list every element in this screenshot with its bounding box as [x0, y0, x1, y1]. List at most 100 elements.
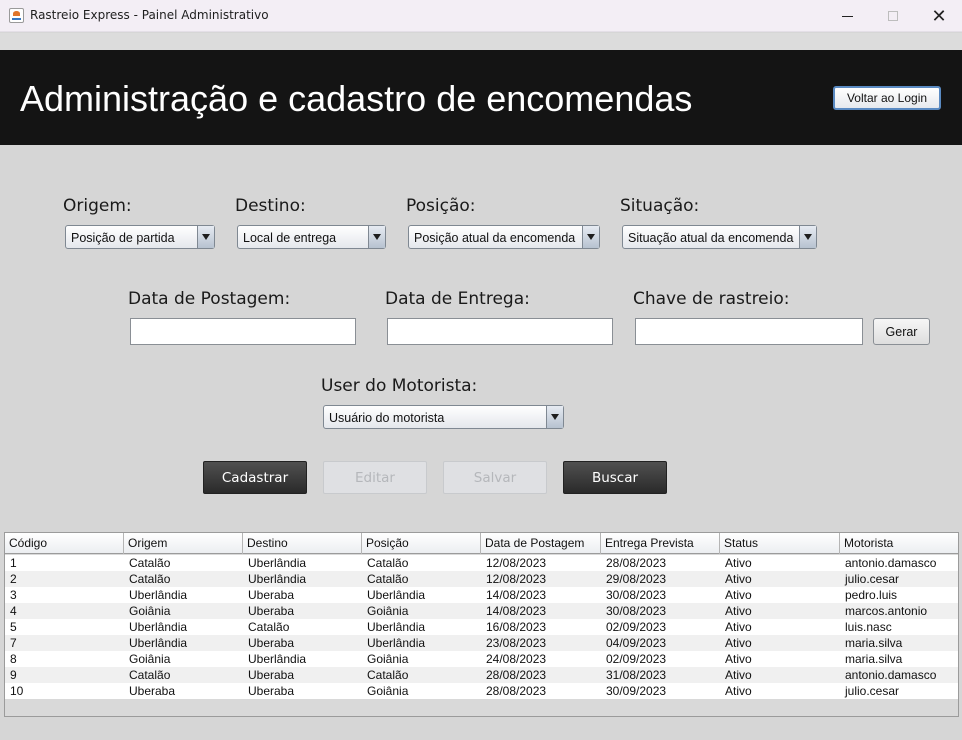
chave-rastreio-label: Chave de rastreio:: [633, 289, 790, 309]
cell-posicao: Uberlândia: [367, 636, 426, 650]
table-row[interactable]: 2 Catalão Uberlândia Catalão 12/08/2023 29/08…: [5, 571, 958, 587]
cell-entrega-prevista: 02/09/2023: [606, 652, 667, 666]
cell-posicao: Goiânia: [367, 652, 409, 666]
cell-origem: Uberlândia: [129, 620, 188, 634]
cell-destino: Uberlândia: [248, 572, 307, 586]
cell-status: Ativo: [725, 556, 752, 570]
column-header-codigo[interactable]: Código: [5, 533, 124, 554]
cell-destino: Uberaba: [248, 604, 295, 618]
cell-data-postagem: 16/08/2023: [486, 620, 547, 634]
table-row[interactable]: 7 Uberlândia Uberaba Uberlândia 23/08/2023 04…: [5, 635, 958, 651]
cell-motorista: julio.cesar: [845, 684, 900, 698]
posicao-select[interactable]: Posição atual da encomenda: [408, 225, 600, 249]
motorista-select[interactable]: Usuário do motorista: [323, 405, 564, 429]
cell-origem: Uberaba: [129, 684, 176, 698]
situacao-select-value: Situação atual da encomenda: [628, 231, 794, 245]
cell-destino: Uberaba: [248, 668, 295, 682]
cell-origem: Goiânia: [129, 652, 171, 666]
cell-data-postagem: 14/08/2023: [486, 588, 547, 602]
table-row[interactable]: 3 Uberlândia Uberaba Uberlândia 14/08/2023 30…: [5, 587, 958, 603]
cell-status: Ativo: [725, 636, 752, 650]
cell-posicao: Uberlândia: [367, 620, 426, 634]
cell-data-postagem: 14/08/2023: [486, 604, 547, 618]
cell-status: Ativo: [725, 652, 752, 666]
cadastrar-button[interactable]: Cadastrar: [203, 461, 307, 494]
column-header-motorista[interactable]: Motorista: [840, 533, 958, 554]
cell-codigo: 1: [10, 556, 17, 570]
motorista-select-value: Usuário do motorista: [329, 411, 445, 425]
cell-status: Ativo: [725, 668, 752, 682]
cell-origem: Catalão: [129, 556, 171, 570]
cell-destino: Uberaba: [248, 588, 295, 602]
chevron-down-icon: [582, 226, 599, 248]
column-header-posicao[interactable]: Posição: [362, 533, 481, 554]
cell-posicao: Goiânia: [367, 604, 409, 618]
destino-select-value: Local de entrega: [243, 231, 337, 245]
column-header-destino[interactable]: Destino: [243, 533, 362, 554]
cell-motorista: luis.nasc: [845, 620, 892, 634]
cell-motorista: julio.cesar: [845, 572, 900, 586]
posicao-label: Posição:: [406, 196, 476, 216]
chave-rastreio-field[interactable]: [635, 318, 863, 345]
table-row[interactable]: 1 Catalão Uberlândia Catalão 12/08/2023 28/08…: [5, 555, 958, 571]
minimize-button[interactable]: [824, 0, 870, 32]
encomendas-table: Código Origem Destino Posição Data de Po…: [4, 532, 959, 717]
cell-destino: Uberlândia: [248, 652, 307, 666]
table-row[interactable]: 10 Uberaba Uberaba Goiânia 28/08/2023 30/09/2…: [5, 683, 958, 699]
page-header: Administração e cadastro de encomendas: [0, 50, 962, 145]
table-row[interactable]: 8 Goiânia Uberlândia Goiânia 24/08/2023 02/09…: [5, 651, 958, 667]
origem-select-value: Posição de partida: [71, 231, 175, 245]
cell-destino: Uberaba: [248, 684, 295, 698]
data-postagem-field[interactable]: [130, 318, 356, 345]
editar-button[interactable]: Editar: [323, 461, 427, 494]
data-entrega-field[interactable]: [387, 318, 613, 345]
cell-data-postagem: 12/08/2023: [486, 572, 547, 586]
column-header-status[interactable]: Status: [720, 533, 840, 554]
cell-status: Ativo: [725, 604, 752, 618]
data-postagem-label: Data de Postagem:: [128, 289, 291, 309]
cell-origem: Uberlândia: [129, 588, 188, 602]
cell-origem: Goiânia: [129, 604, 171, 618]
maximize-button[interactable]: [870, 0, 916, 32]
table-header: Código Origem Destino Posição Data de Po…: [5, 533, 958, 554]
situacao-select[interactable]: Situação atual da encomenda: [622, 225, 817, 249]
close-button[interactable]: ✕: [916, 0, 962, 32]
motorista-label: User do Motorista:: [321, 376, 478, 396]
maximize-icon: [888, 11, 898, 21]
cell-codigo: 10: [10, 684, 24, 698]
cell-motorista: marcos.antonio: [845, 604, 928, 618]
minimize-icon: [841, 15, 853, 17]
cell-codigo: 8: [10, 652, 17, 666]
cell-posicao: Catalão: [367, 572, 409, 586]
cell-entrega-prevista: 02/09/2023: [606, 620, 667, 634]
cell-codigo: 9: [10, 668, 17, 682]
cell-motorista: maria.silva: [845, 652, 903, 666]
cell-motorista: pedro.luis: [845, 588, 898, 602]
chevron-down-icon: [368, 226, 385, 248]
table-row[interactable]: 9 Catalão Uberaba Catalão 28/08/2023 31/08/20…: [5, 667, 958, 683]
cell-codigo: 2: [10, 572, 17, 586]
salvar-button[interactable]: Salvar: [443, 461, 547, 494]
origem-select[interactable]: Posição de partida: [65, 225, 215, 249]
cell-data-postagem: 28/08/2023: [486, 668, 547, 682]
cell-entrega-prevista: 28/08/2023: [606, 556, 667, 570]
cell-origem: Catalão: [129, 572, 171, 586]
table-row[interactable]: 4 Goiânia Uberaba Goiânia 14/08/2023 30/08/20…: [5, 603, 958, 619]
chevron-down-icon: [546, 406, 563, 428]
cell-codigo: 3: [10, 588, 17, 602]
column-header-entrega-prevista[interactable]: Entrega Prevista: [601, 533, 720, 554]
cell-codigo: 7: [10, 636, 17, 650]
column-header-origem[interactable]: Origem: [124, 533, 243, 554]
cell-status: Ativo: [725, 588, 752, 602]
back-to-login-button[interactable]: Voltar ao Login: [833, 86, 941, 110]
cell-posicao: Catalão: [367, 668, 409, 682]
table-body: 1 Catalão Uberlândia Catalão 12/08/2023 28/08…: [5, 555, 958, 699]
column-header-data-postagem[interactable]: Data de Postagem: [481, 533, 601, 554]
buscar-button[interactable]: Buscar: [563, 461, 667, 494]
cell-entrega-prevista: 04/09/2023: [606, 636, 667, 650]
table-row[interactable]: 5 Uberlândia Catalão Uberlândia 16/08/2023 02…: [5, 619, 958, 635]
cell-data-postagem: 28/08/2023: [486, 684, 547, 698]
gerar-button[interactable]: Gerar: [873, 318, 930, 345]
cell-data-postagem: 24/08/2023: [486, 652, 547, 666]
destino-select[interactable]: Local de entrega: [237, 225, 386, 249]
